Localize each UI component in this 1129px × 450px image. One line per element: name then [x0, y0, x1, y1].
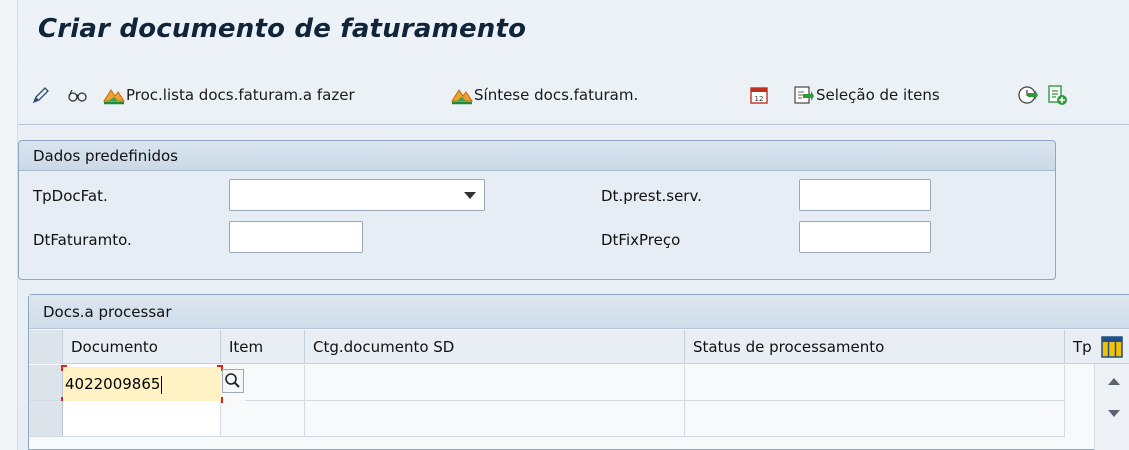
item-cell[interactable] [221, 401, 305, 437]
column-header-status[interactable]: Status de processamento [685, 330, 1065, 364]
document-input[interactable]: 4022009865 [63, 367, 221, 401]
table-title: Docs.a processar [29, 295, 1129, 329]
scroll-up-icon[interactable] [1108, 378, 1120, 385]
service-date-input[interactable] [799, 179, 931, 211]
pricing-date-input[interactable] [799, 221, 931, 253]
table-row [29, 401, 1129, 437]
calendar-icon: 12 [748, 84, 770, 106]
calendar-button[interactable]: 12 [748, 78, 770, 112]
column-header-category[interactable]: Ctg.documento SD [305, 330, 685, 364]
vertical-scrollbar[interactable] [1094, 364, 1129, 450]
value-help-icon [223, 373, 243, 396]
add-document-button[interactable] [1046, 78, 1068, 112]
category-cell[interactable] [305, 401, 685, 437]
table-row: 4022009865 [29, 365, 1129, 403]
edit-button[interactable] [30, 78, 52, 112]
process-billing-list-button[interactable]: Proc.lista docs.faturam.a fazer [102, 78, 355, 112]
focus-corner [61, 365, 67, 371]
billing-type-dropdown[interactable] [229, 179, 485, 211]
column-header-documento[interactable]: Documento [63, 330, 221, 364]
item-selection-button[interactable]: Seleção de itens [792, 78, 940, 112]
display-button[interactable] [66, 78, 88, 112]
process-billing-list-label: Proc.lista docs.faturam.a fazer [126, 86, 355, 104]
value-help-button[interactable] [222, 369, 244, 393]
application-toolbar: Proc.lista docs.faturam.a fazer Síntese … [30, 78, 1120, 112]
execute-clock-icon [1016, 84, 1038, 106]
service-date-label: Dt.prest.serv. [601, 187, 702, 205]
item-selection-label: Seleção de itens [816, 86, 940, 104]
toolbar-separator [18, 124, 1129, 125]
pencil-icon [30, 84, 52, 106]
add-document-icon [1046, 84, 1068, 106]
documents-to-process-table: Docs.a processar Documento Item Ctg.docu… [28, 294, 1129, 450]
text-caret [161, 375, 163, 394]
row-selector[interactable] [29, 401, 63, 437]
scroll-down-icon[interactable] [1108, 410, 1120, 417]
left-edge-panel [0, 0, 18, 450]
page-title: Criar documento de faturamento [38, 14, 527, 44]
mountain-list-icon [102, 84, 125, 106]
column-config-icon[interactable] [1101, 336, 1123, 362]
column-header-tp[interactable]: Tp [1065, 330, 1099, 364]
category-cell[interactable] [305, 365, 685, 401]
svg-text:12: 12 [755, 95, 764, 103]
glasses-icon [66, 84, 88, 106]
status-cell[interactable] [685, 401, 1065, 437]
billing-date-input[interactable] [229, 221, 363, 253]
predefined-data-header: Dados predefinidos [19, 141, 1055, 171]
billing-date-label: DtFaturamto. [33, 231, 132, 249]
billing-type-label: TpDocFat. [33, 187, 108, 205]
row-selector[interactable] [29, 365, 63, 401]
select-all-header[interactable] [29, 330, 63, 364]
execute-background-button[interactable] [1016, 78, 1038, 112]
table-header-row: Documento Item Ctg.documento SD Status d… [29, 330, 1129, 364]
item-cell[interactable] [245, 365, 305, 401]
billing-synthesis-button[interactable]: Síntese docs.faturam. [450, 78, 638, 112]
document-cell[interactable] [63, 401, 221, 437]
billing-synthesis-label: Síntese docs.faturam. [474, 86, 639, 104]
pricing-date-label: DtFixPreço [601, 231, 681, 249]
mountain-synthesis-icon [450, 84, 473, 106]
document-value: 4022009865 [65, 375, 161, 393]
column-header-item[interactable]: Item [221, 330, 305, 364]
chevron-down-icon[interactable] [464, 192, 476, 199]
predefined-data-group: Dados predefinidos TpDocFat. Dt.prest.se… [18, 140, 1056, 280]
selection-icon [792, 84, 814, 106]
status-cell[interactable] [685, 365, 1065, 401]
